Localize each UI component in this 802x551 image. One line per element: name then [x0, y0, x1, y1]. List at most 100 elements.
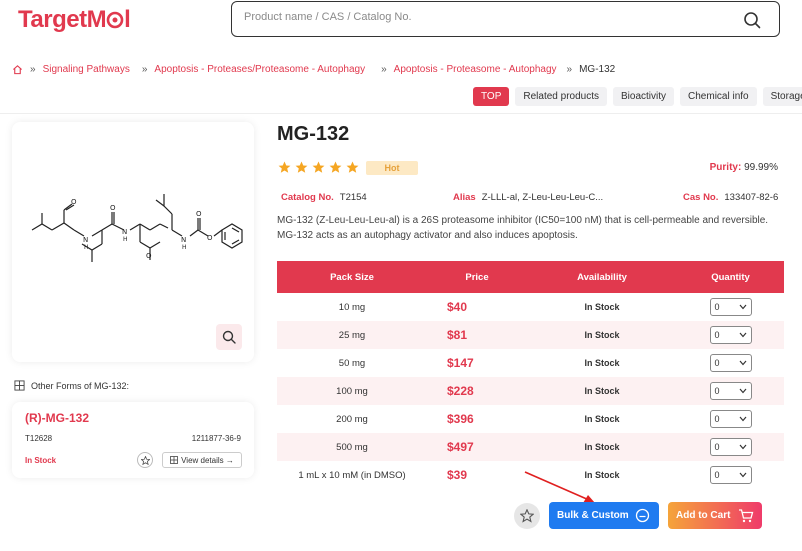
chevron-down-icon — [739, 388, 746, 394]
header-divider — [0, 113, 802, 114]
logo-target-icon — [106, 6, 124, 34]
breadcrumb-apoptosis-proteasome[interactable]: Apoptosis - Proteasome - Autophagy — [394, 64, 557, 75]
other-forms-label: Other Forms of MG-132: — [31, 380, 130, 391]
star-icon — [346, 161, 359, 173]
breadcrumb-current: MG-132 — [579, 64, 616, 75]
purity: Purity: 99.99% — [710, 162, 778, 173]
tab-bioactivity[interactable]: Bioactivity — [613, 87, 675, 106]
svg-text:H: H — [84, 244, 89, 251]
chemical-structure-image[interactable]: O N H O N H O N H O O — [22, 182, 247, 292]
add-to-cart-button[interactable]: Add to Cart — [668, 502, 762, 529]
header-availability: Availability — [577, 271, 627, 283]
chat-icon — [635, 508, 650, 523]
breadcrumb-signaling-pathways[interactable]: Signaling Pathways — [43, 64, 130, 75]
table-row: 500 mg $497 In Stock 0 — [277, 433, 784, 461]
quantity-value: 0 — [714, 302, 720, 312]
section-tabs: TOP Related products Bioactivity Chemica… — [473, 87, 802, 106]
alias-label: Alias — [453, 192, 476, 203]
svg-text:N: N — [83, 236, 88, 244]
other-form-cas: 1211877-36-9 — [191, 434, 241, 443]
quantity-select[interactable]: 0 — [709, 410, 752, 428]
quantity-value: 0 — [714, 470, 720, 480]
quantity-select[interactable]: 0 — [709, 326, 752, 344]
other-form-catalog: T12628 — [25, 434, 53, 443]
quantity-value: 0 — [714, 330, 720, 340]
tab-top[interactable]: TOP — [473, 87, 510, 106]
table-row: 25 mg $81 In Stock 0 — [277, 321, 784, 349]
cart-icon — [739, 509, 754, 523]
zoom-icon — [222, 330, 236, 344]
breadcrumb-separator: » — [30, 64, 36, 75]
add-to-cart-label: Add to Cart — [676, 510, 731, 521]
svg-text:O: O — [146, 252, 152, 260]
grid-icon — [14, 380, 25, 391]
table-row: 100 mg $228 In Stock 0 — [277, 377, 784, 405]
zoom-structure-button[interactable] — [216, 324, 242, 350]
availability: In Stock — [584, 358, 620, 368]
header-pack-size: Pack Size — [330, 271, 374, 283]
chevron-down-icon — [739, 304, 746, 310]
tab-storage[interactable]: Storage&S — [762, 87, 802, 106]
chevron-down-icon — [739, 444, 746, 450]
pack-size: 200 mg — [336, 413, 368, 425]
targetmol-logo[interactable]: TargetM l — [18, 6, 131, 34]
favorite-button[interactable] — [514, 503, 540, 529]
chevron-down-icon — [739, 472, 746, 478]
breadcrumb-apoptosis-proteases[interactable]: Apoptosis - Proteases/Proteasome - Autop… — [154, 64, 365, 75]
price: $40 — [447, 300, 468, 314]
svg-text:N: N — [181, 236, 186, 244]
quantity-select[interactable]: 0 — [709, 382, 752, 400]
pack-size: 1 mL x 10 mM (in DMSO) — [298, 469, 406, 481]
quantity-select[interactable]: 0 — [709, 466, 752, 484]
bulk-custom-label: Bulk & Custom — [557, 510, 629, 521]
hot-badge: Hot — [366, 161, 418, 175]
availability: In Stock — [584, 302, 620, 312]
tab-chemical-info[interactable]: Chemical info — [680, 87, 757, 106]
quantity-select[interactable]: 0 — [709, 298, 752, 316]
purity-label: Purity: — [709, 162, 742, 173]
table-row: 50 mg $147 In Stock 0 — [277, 349, 784, 377]
other-form-favorite-button[interactable] — [137, 452, 153, 468]
svg-text:O: O — [110, 204, 116, 212]
quantity-value: 0 — [714, 414, 720, 424]
chevron-down-icon — [739, 360, 746, 366]
availability: In Stock — [584, 414, 620, 424]
svg-text:O: O — [71, 198, 77, 206]
header-price: Price — [465, 271, 489, 283]
bulk-custom-button[interactable]: Bulk & Custom — [549, 502, 659, 529]
table-row: 10 mg $40 In Stock 0 — [277, 293, 784, 321]
star-outline-icon — [520, 509, 534, 523]
star-icon — [312, 161, 325, 173]
logo-text-part2: M — [86, 6, 107, 33]
header-quantity: Quantity — [711, 271, 750, 283]
table-header: Pack Size Price Availability Quantity — [277, 261, 784, 293]
price: $228 — [447, 384, 474, 398]
catalog-value: T2154 — [339, 192, 367, 203]
quantity-select[interactable]: 0 — [709, 354, 752, 372]
purity-value: 99.99% — [744, 162, 778, 173]
breadcrumb-separator: » — [381, 64, 387, 75]
search-input[interactable] — [244, 11, 724, 23]
quantity-value: 0 — [714, 358, 720, 368]
product-description: MG-132 (Z-Leu-Leu-Leu-al) is a 26S prote… — [277, 215, 769, 241]
alias: Alias Z-LLL-al, Z-Leu-Leu-Leu-C... — [453, 192, 603, 203]
cas-label: Cas No. — [683, 192, 719, 203]
view-details-button[interactable]: View details → — [162, 452, 242, 468]
other-forms-heading: Other Forms of MG-132: — [14, 380, 129, 391]
quantity-select[interactable]: 0 — [709, 438, 752, 456]
price: $39 — [447, 468, 468, 482]
cas-number: Cas No. 133407-82-6 — [683, 192, 778, 203]
tab-related-products[interactable]: Related products — [515, 87, 607, 106]
cas-value: 133407-82-6 — [724, 192, 779, 203]
availability: In Stock — [584, 386, 620, 396]
details-icon — [170, 456, 179, 464]
view-details-label: View details → — [181, 455, 234, 465]
price: $81 — [447, 328, 468, 342]
star-icon — [278, 161, 291, 173]
other-form-stock-status: In Stock — [25, 456, 57, 465]
other-form-name[interactable]: (R)-MG-132 — [25, 411, 89, 425]
home-icon[interactable] — [12, 64, 23, 75]
quantity-value: 0 — [714, 386, 720, 396]
product-title: MG-132 — [277, 123, 350, 145]
search-icon[interactable] — [743, 11, 761, 29]
